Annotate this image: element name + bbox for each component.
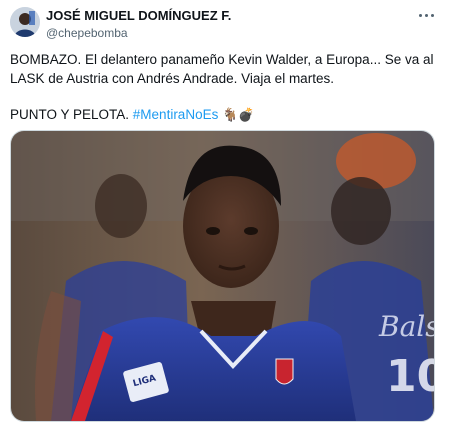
tweet-paragraph-1: BOMBAZO. El delantero panameño Kevin Wal… xyxy=(10,52,434,86)
profile-avatar[interactable] xyxy=(10,7,40,37)
author-handle[interactable]: @chepebomba xyxy=(46,26,128,40)
jersey-number: 10 xyxy=(386,351,434,402)
author-display-name[interactable]: JOSÉ MIGUEL DOMÍNGUEZ F. xyxy=(46,8,231,23)
ellipsis-icon[interactable] xyxy=(414,6,438,24)
jersey-back-text: Bals xyxy=(378,310,434,343)
goat-bomb-emoji: 🐐💣 xyxy=(222,108,255,123)
tweet-paragraph-2: PUNTO Y PELOTA. #MentiraNoEs 🐐💣 xyxy=(10,105,435,125)
tweet-photo[interactable]: Bals 10 LIGA xyxy=(10,130,435,422)
tweet-text: BOMBAZO. El delantero panameño Kevin Wal… xyxy=(10,50,435,125)
hashtag-link[interactable]: #MentiraNoEs xyxy=(133,107,219,122)
tweet-tagline: PUNTO Y PELOTA. xyxy=(10,107,133,122)
